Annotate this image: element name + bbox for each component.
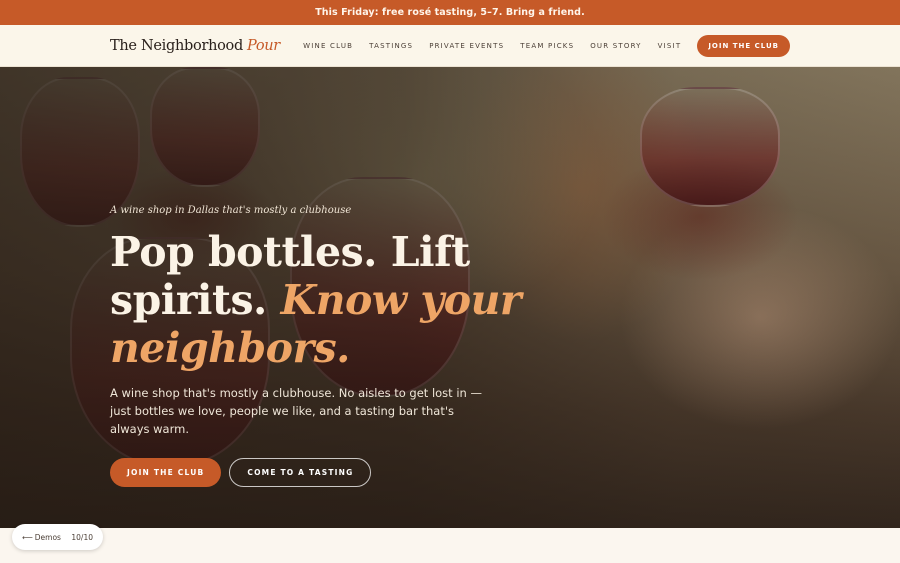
- nav-link-private-events[interactable]: PRIVATE EVENTS: [429, 42, 504, 50]
- top-nav: The Neighborhood Pour WINE CLUB TASTINGS …: [0, 25, 900, 67]
- come-to-tasting-button[interactable]: COME TO A TASTING: [229, 458, 372, 487]
- announcement-bar: This Friday: free rosé tasting, 5–7. Bri…: [0, 0, 900, 25]
- logo-main: The Neighborhood: [110, 37, 243, 54]
- hero-ctas: JOIN THE CLUB COME TO A TASTING: [110, 458, 570, 487]
- hero-section: A wine shop in Dallas that's mostly a cl…: [0, 67, 900, 528]
- demo-counter: 10/10: [71, 532, 93, 542]
- nav-link-team-picks[interactable]: TEAM PICKS: [520, 42, 574, 50]
- demos-back-label: Demos: [34, 532, 61, 542]
- nav-link-our-story[interactable]: OUR STORY: [590, 42, 641, 50]
- join-club-button[interactable]: JOIN THE CLUB: [110, 458, 222, 487]
- logo[interactable]: The Neighborhood Pour: [110, 38, 280, 54]
- hero-lede: A wine shop that's mostly a clubhouse. N…: [110, 386, 482, 436]
- demo-switcher: ⟵ Demos 10/10: [12, 524, 103, 550]
- nav-link-tastings[interactable]: TASTINGS: [369, 42, 413, 50]
- announcement-text: This Friday: free rosé tasting, 5–7. Bri…: [315, 7, 585, 18]
- join-club-nav-button[interactable]: JOIN THE CLUB: [697, 34, 790, 57]
- demos-back-button[interactable]: ⟵ Demos: [22, 533, 61, 542]
- nav-links: WINE CLUB TASTINGS PRIVATE EVENTS TEAM P…: [303, 34, 790, 57]
- hero-headline: Pop bottles. Lift spirits. Know your nei…: [110, 228, 570, 372]
- logo-accent: Pour: [246, 37, 280, 54]
- nav-link-visit[interactable]: VISIT: [658, 42, 682, 50]
- hero-content: A wine shop in Dallas that's mostly a cl…: [110, 205, 570, 487]
- hero-eyebrow: A wine shop in Dallas that's mostly a cl…: [110, 205, 352, 216]
- arrow-left-icon: ⟵: [22, 532, 33, 542]
- nav-link-wine-club[interactable]: WINE CLUB: [303, 42, 353, 50]
